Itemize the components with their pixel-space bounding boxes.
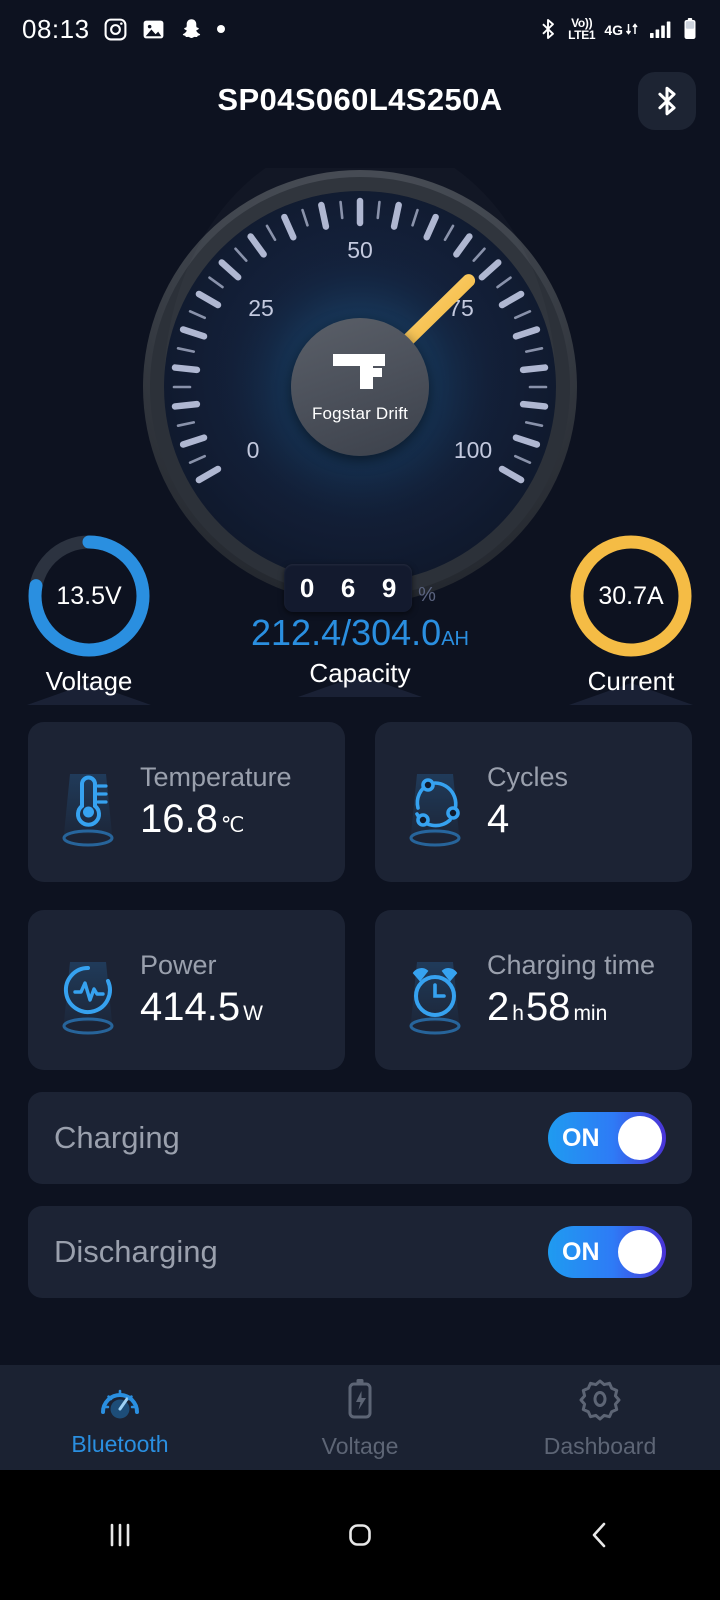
capacity-value: 212.4/304.0AH bbox=[251, 612, 469, 653]
nav-item-voltage[interactable]: Voltage bbox=[240, 1365, 480, 1470]
capacity-label: Capacity bbox=[309, 658, 411, 688]
card-row-1: Temperature 16.8 ℃ Cycles 4 bbox=[0, 722, 720, 882]
current-label: Current bbox=[587, 666, 675, 696]
app-header: SP04S060L4S250A bbox=[0, 58, 720, 142]
cycles-text: Cycles 4 bbox=[487, 762, 568, 842]
4g-icon: 4G bbox=[604, 21, 640, 37]
gauge-tick-50: 50 bbox=[347, 237, 373, 263]
cycles-label: Cycles bbox=[487, 762, 569, 792]
metric-voltage: 13.5V Voltage bbox=[18, 530, 160, 705]
bluetooth-connect-button[interactable] bbox=[638, 72, 696, 130]
charging-row[interactable]: Charging ON bbox=[28, 1092, 692, 1184]
power-label: Power bbox=[140, 950, 217, 980]
page-title: SP04S060L4S250A bbox=[217, 82, 503, 117]
metrics-row: 13.5V Voltage 212.4/304.0AH Capacity 30.… bbox=[0, 520, 720, 710]
temperature-value: 16.8 ℃ bbox=[140, 797, 245, 841]
speedometer-icon bbox=[97, 1378, 143, 1425]
nav-item-dashboard[interactable]: Dashboard bbox=[480, 1365, 720, 1470]
discharging-toggle[interactable]: ON bbox=[548, 1226, 666, 1278]
current-ring: 30.7A bbox=[565, 530, 697, 662]
metric-capacity: 212.4/304.0AH Capacity bbox=[210, 612, 510, 697]
charging-label: Charging bbox=[54, 1120, 180, 1155]
alarm-clock-icon bbox=[389, 938, 481, 1042]
temperature-label: Temperature bbox=[140, 762, 292, 792]
volte-icon: Vo)) LTE1 bbox=[568, 16, 596, 42]
back-icon[interactable] bbox=[480, 1516, 720, 1554]
dot-icon bbox=[216, 25, 225, 33]
card-temperature[interactable]: Temperature 16.8 ℃ bbox=[28, 722, 345, 882]
card-row-2: Power 414.5 W Charging time 2 h 58 min bbox=[0, 910, 720, 1070]
bottom-navigation: Bluetooth Voltage Dashboard bbox=[0, 1365, 720, 1470]
gauge-tick-100: 100 bbox=[454, 437, 492, 463]
android-system-nav bbox=[0, 1470, 720, 1600]
recents-icon[interactable] bbox=[0, 1516, 240, 1554]
gear-icon bbox=[577, 1376, 623, 1427]
gauge-brand-label: Fogstar Drift bbox=[311, 403, 409, 423]
metric-current: 30.7A Current bbox=[560, 530, 702, 705]
battery-bolt-icon bbox=[342, 1376, 378, 1427]
nav-label-dashboard: Dashboard bbox=[543, 1432, 657, 1459]
current-value: 30.7A bbox=[598, 581, 664, 610]
snapchat-icon bbox=[179, 17, 204, 42]
charging-toggle[interactable]: ON bbox=[548, 1112, 666, 1164]
charging-toggle-state: ON bbox=[562, 1123, 600, 1152]
card-power[interactable]: Power 414.5 W bbox=[28, 910, 345, 1070]
signal-bars-icon bbox=[649, 19, 673, 39]
status-bar-right: Vo)) LTE1 4G bbox=[537, 17, 698, 41]
discharging-label: Discharging bbox=[54, 1234, 218, 1269]
status-bar: 08:13 Vo)) LTE1 4G bbox=[0, 0, 720, 58]
status-time: 08:13 bbox=[22, 13, 90, 44]
card-cycles[interactable]: Cycles 4 bbox=[375, 722, 692, 882]
bluetooth-icon bbox=[537, 17, 559, 41]
cycles-value: 4 bbox=[487, 797, 510, 841]
home-icon[interactable] bbox=[240, 1516, 480, 1554]
info-cards: Temperature 16.8 ℃ Cycles 4 Power 414.5 … bbox=[0, 722, 720, 1098]
photos-icon bbox=[141, 17, 166, 42]
charging-time-value: 2 h 58 min bbox=[487, 985, 608, 1029]
nav-item-bluetooth[interactable]: Bluetooth bbox=[0, 1365, 240, 1470]
charging-time-text: Charging time 2 h 58 min bbox=[487, 950, 655, 1030]
gauge-tick-25: 25 bbox=[248, 295, 274, 321]
discharging-toggle-state: ON bbox=[562, 1237, 600, 1266]
nav-label-voltage: Voltage bbox=[321, 1432, 399, 1459]
voltage-label: Voltage bbox=[45, 666, 133, 696]
thermometer-icon bbox=[42, 750, 134, 854]
discharging-toggle-knob bbox=[618, 1230, 662, 1274]
voltage-ring: 13.5V bbox=[23, 530, 155, 662]
cycles-icon bbox=[389, 750, 481, 854]
power-pulse-icon bbox=[42, 938, 134, 1042]
power-value: 414.5 W bbox=[140, 985, 263, 1029]
toggle-section: Charging ON Discharging ON bbox=[0, 1092, 720, 1320]
card-charging-time[interactable]: Charging time 2 h 58 min bbox=[375, 910, 692, 1070]
app-screen: 08:13 Vo)) LTE1 4G SP04S060L4S250A 0 25 … bbox=[0, 0, 720, 1600]
temperature-text: Temperature 16.8 ℃ bbox=[140, 762, 292, 842]
fogstar-logo-icon bbox=[329, 351, 391, 398]
instagram-icon bbox=[103, 17, 128, 42]
battery-icon bbox=[682, 17, 698, 41]
nav-label-bluetooth: Bluetooth bbox=[71, 1430, 169, 1457]
gauge-hub: Fogstar Drift bbox=[291, 318, 429, 456]
charging-time-label: Charging time bbox=[487, 950, 656, 980]
charging-toggle-knob bbox=[618, 1116, 662, 1160]
status-bar-left: 08:13 bbox=[22, 14, 225, 45]
power-text: Power 414.5 W bbox=[140, 950, 263, 1030]
gauge-tick-0: 0 bbox=[247, 437, 260, 463]
discharging-row[interactable]: Discharging ON bbox=[28, 1206, 692, 1298]
voltage-value: 13.5V bbox=[56, 581, 122, 610]
